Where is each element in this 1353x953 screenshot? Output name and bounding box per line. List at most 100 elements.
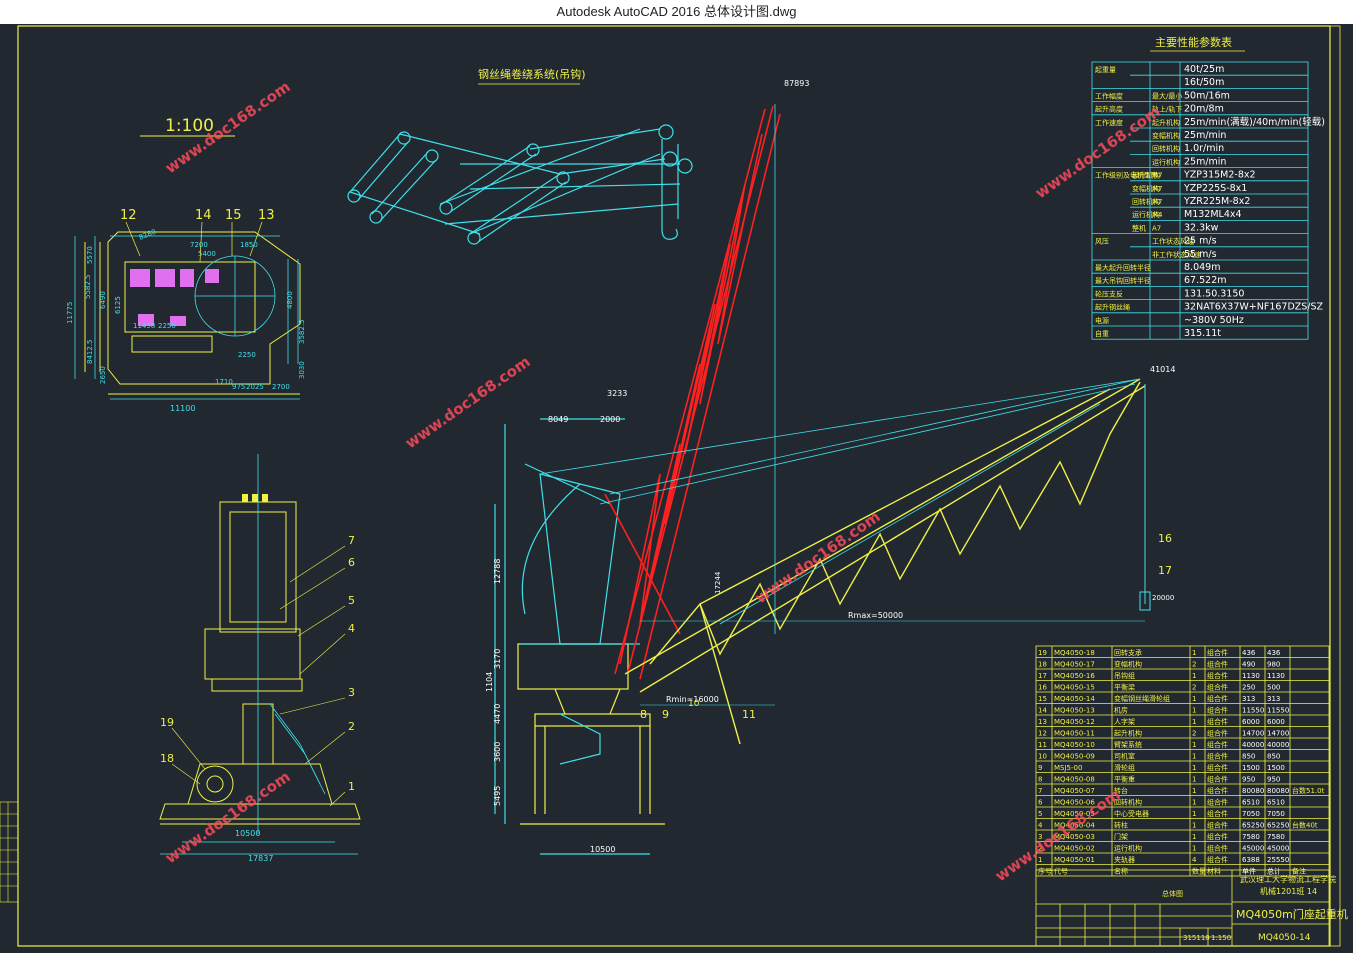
bom-cell-2-0: 17 (1038, 672, 1047, 680)
tip-height-marker: 41014 (1150, 365, 1175, 374)
bom-cell-8-3: 1 (1192, 741, 1196, 749)
bom-cell-9-3: 1 (1192, 753, 1196, 761)
perf-cell-11-2: M4 (1152, 211, 1163, 219)
perf-cell-13-3: 25 m/s (1184, 236, 1217, 247)
bom-cell-17-4: 组合件 (1207, 844, 1228, 853)
bom-cell-3-5: 250 (1242, 684, 1255, 692)
main-callout-10: 10 (688, 699, 700, 709)
bom-cell-16-5: 7580 (1242, 833, 1260, 841)
plan-callout-15: 15 (225, 208, 242, 223)
bom-cell-10-6: 1500 (1267, 764, 1285, 772)
perf-cell-2-0: 工作幅度 (1095, 91, 1123, 100)
bom-cell-11-4: 组合件 (1207, 775, 1228, 784)
drawing-svg[interactable]: 1:100 钢丝绳卷绕系统(吊钩) 12 14 15 13 8280 7200 … (0, 24, 1353, 949)
bom-table: 19 MQ4050-18 回转支承 1 组合件 436 43618 MQ4050-17 变幅机构… (1035, 645, 1330, 877)
perf-cell-19-3: ~380V 50Hz (1184, 315, 1244, 326)
plan-dim-11458: 11458 (133, 322, 155, 330)
bom-cell-2-6: 1130 (1267, 672, 1285, 680)
drawing-canvas[interactable]: 1:100 钢丝绳卷绕系统(吊钩) 12 14 15 13 8280 7200 … (0, 24, 1353, 949)
bom-cell-4-4: 组合件 (1207, 694, 1228, 703)
bom-cell-2-3: 1 (1192, 672, 1196, 680)
main-dim-12788: 12788 (493, 559, 502, 584)
perf-cell-13-0: 风压 (1095, 238, 1109, 246)
main-dim-3170: 3170 (493, 649, 502, 669)
perf-cell-3-0: 起升高度 (1095, 105, 1123, 114)
perf-cell-19-0: 电源 (1095, 316, 1109, 325)
title-block: 武汉理工大学物流工程学院 机械1201班 14 MQ4050m门座起重机 MQ4… (1035, 869, 1348, 947)
watermark-4: www.doc168.com (752, 508, 884, 608)
bom-cell-5-6: 11550 (1267, 707, 1289, 715)
bom-cell-15-6: 65250 (1267, 822, 1289, 830)
main-callout-9: 9 (662, 708, 669, 721)
perf-cell-2-2: 最大/最小 (1152, 91, 1182, 100)
bom-cell-6-5: 6000 (1242, 718, 1260, 726)
watermark-2: www.doc168.com (402, 353, 534, 453)
plan-dim-7200: 7200 (190, 241, 208, 249)
bom-cell-15-0: 4 (1038, 822, 1043, 830)
window-title: Autodesk AutoCAD 2016 总体设计图.dwg (556, 4, 797, 19)
perf-cell-15-3: 8.049m (1184, 262, 1220, 273)
frame-right-strip (1329, 25, 1341, 947)
window-title-bar: Autodesk AutoCAD 2016 总体设计图.dwg (0, 0, 1353, 24)
main-callout-16: 16 (1158, 532, 1172, 545)
bom-cell-2-2: 吊钩组 (1114, 671, 1135, 680)
plan-callout-13: 13 (258, 208, 275, 223)
main-dim-3233: 3233 (607, 389, 627, 398)
perf-cell-8-3: YZP315M2-8x2 (1183, 170, 1256, 181)
bom-cell-2-1: MQ4050-16 (1054, 672, 1095, 680)
perf-cell-0-3: 40t/25m (1184, 64, 1224, 75)
plan-dim-8412: 8412.5 (86, 340, 94, 365)
plan-dim-5400: 5400 (198, 250, 216, 258)
bom-cell-16-6: 7580 (1267, 833, 1285, 841)
drawing-design: 总体图 (1162, 889, 1183, 898)
side-callout-1: 1 (348, 780, 355, 793)
bom-cell-17-5: 45000 (1242, 845, 1264, 853)
plan-view: 12 14 15 13 8280 7200 5400 1850 11100 11… (66, 208, 306, 413)
bom-cell-14-3: 1 (1192, 810, 1196, 818)
bom-cell-0-6: 436 (1267, 649, 1281, 657)
main-dim-10500: 10500 (590, 845, 615, 854)
bom-cell-1-0: 18 (1038, 661, 1047, 669)
bom-cell-12-3: 1 (1192, 787, 1196, 795)
bom-cell-6-4: 组合件 (1207, 717, 1228, 726)
class-name: 机械1201班 14 (1260, 886, 1317, 896)
plan-dim-975: 975 (232, 383, 245, 391)
bom-cell-15-3: 1 (1192, 822, 1196, 830)
bom-cell-7-3: 2 (1192, 730, 1196, 738)
perf-cell-10-3: YZR225M-8x2 (1183, 196, 1250, 207)
perf-cell-15-0: 最大起升回转半径 (1095, 263, 1151, 272)
bom-cell-9-6: 850 (1267, 753, 1280, 761)
bom-cell-8-0: 11 (1038, 741, 1047, 749)
bom-cell-6-0: 13 (1038, 718, 1047, 726)
bom-cell-14-6: 7050 (1267, 810, 1285, 818)
bom-cell-16-4: 组合件 (1207, 832, 1228, 841)
bom-cell-3-1: MQ4050-15 (1054, 684, 1095, 692)
bom-cell-3-0: 16 (1038, 684, 1047, 692)
bom-cell-1-1: MQ4050-17 (1054, 661, 1095, 669)
plan-dim-2700: 2700 (272, 383, 290, 391)
bom-cell-10-3: 1 (1192, 764, 1196, 772)
bom-cell-5-0: 14 (1038, 707, 1047, 715)
bom-cell-14-5: 7050 (1242, 810, 1260, 818)
bom-cell-15-2: 转柱 (1114, 821, 1128, 830)
plan-dim-2250b: 2250 (238, 351, 256, 359)
side-callout-5: 5 (348, 594, 355, 607)
bom-cell-17-6: 45000 (1267, 845, 1289, 853)
main-callout-17: 17 (1158, 564, 1172, 577)
main-dim-17244: 17244 (714, 571, 722, 594)
main-callout-8: 8 (640, 708, 647, 721)
bom-cell-16-3: 1 (1192, 833, 1196, 841)
bom-cell-12-4: 组合件 (1207, 786, 1228, 795)
bom-cell-8-6: 40000 (1267, 741, 1289, 749)
bom-cell-5-5: 11550 (1242, 707, 1264, 715)
bom-cell-7-0: 12 (1038, 730, 1047, 738)
bom-cell-14-0: 5 (1038, 810, 1042, 818)
bom-cell-5-1: MQ4050-13 (1054, 707, 1095, 715)
side-callout-3: 3 (348, 686, 355, 699)
watermark-5: www.doc168.com (162, 768, 294, 868)
plan-dim-1850: 1850 (240, 241, 258, 249)
bom-cell-13-6: 6510 (1267, 799, 1285, 807)
performance-table: 主要性能参数表 起重量 40t/25m 16t/50m 工作幅度 最大/最小 50m/16… (1091, 35, 1325, 340)
bom-cell-17-3: 1 (1192, 845, 1196, 853)
plan-dim-8280: 8280 (138, 228, 158, 242)
